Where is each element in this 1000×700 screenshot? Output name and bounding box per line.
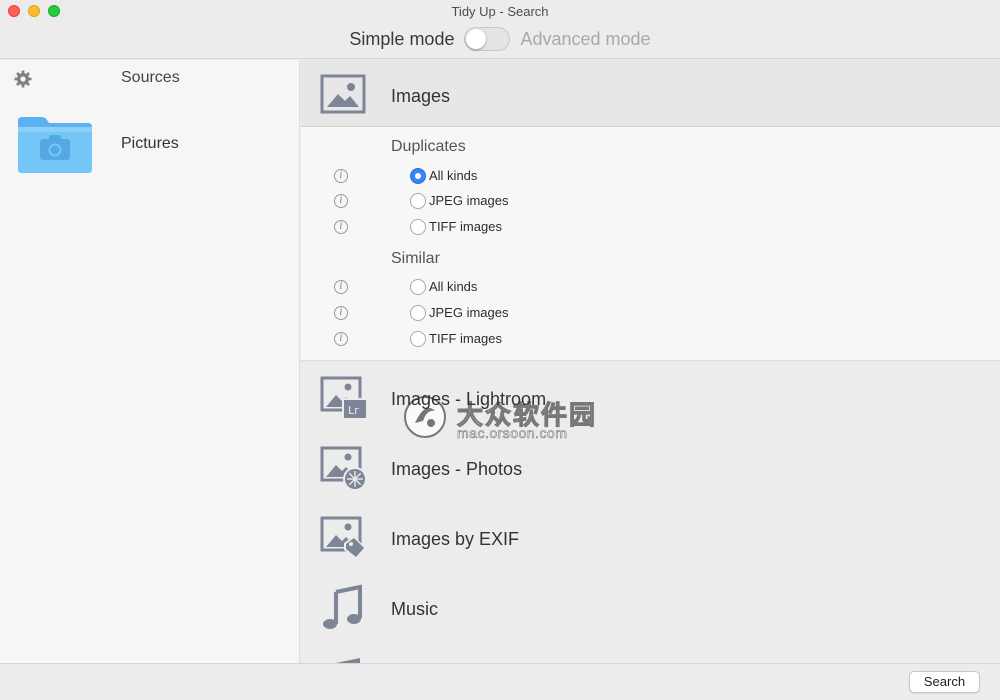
category-images-exif[interactable]: Images by EXIF xyxy=(301,502,1000,570)
similar-all-kinds-radio[interactable] xyxy=(410,279,426,295)
image-icon xyxy=(320,74,366,114)
similar-tiff-radio[interactable] xyxy=(410,331,426,347)
option-label[interactable]: JPEG images xyxy=(429,193,508,208)
option-row: i TIFF images xyxy=(301,330,1000,350)
bottom-bar: Search xyxy=(0,663,1000,700)
info-icon[interactable]: i xyxy=(334,332,348,346)
duplicates-jpeg-radio[interactable] xyxy=(410,193,426,209)
category-images-photos[interactable]: Images - Photos xyxy=(301,432,1000,500)
sources-header: Sources xyxy=(121,69,180,86)
option-label[interactable]: All kinds xyxy=(429,168,477,183)
info-icon[interactable]: i xyxy=(334,306,348,320)
music-note-icon xyxy=(323,584,362,629)
option-row: i JPEG images xyxy=(301,304,1000,324)
option-row: i All kinds xyxy=(301,278,1000,298)
image-photos-icon xyxy=(320,446,367,490)
svg-text:Lr: Lr xyxy=(348,404,359,417)
duplicates-tiff-radio[interactable] xyxy=(410,219,426,235)
similar-group-title: Similar xyxy=(391,250,440,267)
search-categories-panel: Images Duplicates i All kinds i JPEG ima… xyxy=(301,60,1000,663)
category-images-photos-label: Images - Photos xyxy=(391,459,523,479)
option-row: i JPEG images xyxy=(301,192,1000,212)
images-options-panel: Duplicates i All kinds i JPEG images i T… xyxy=(301,127,1000,441)
sources-sidebar: Sources Pictures xyxy=(0,60,300,663)
pictures-folder-icon[interactable] xyxy=(16,115,94,175)
category-images-label: Images xyxy=(391,86,451,106)
similar-jpeg-radio[interactable] xyxy=(410,305,426,321)
option-label[interactable]: TIFF images xyxy=(429,331,502,346)
duplicates-all-kinds-radio[interactable] xyxy=(410,168,426,184)
category-music[interactable]: Music xyxy=(301,572,1000,640)
simple-mode-label[interactable]: Simple mode xyxy=(349,29,454,50)
category-images-exif-label: Images by EXIF xyxy=(391,529,520,549)
category-images-lightroom[interactable]: Lr Images - Lightroom xyxy=(301,362,1000,430)
info-icon[interactable]: i xyxy=(334,169,348,183)
search-button[interactable]: Search xyxy=(909,671,980,693)
window-title: Tidy Up - Search xyxy=(451,4,549,19)
option-row: i TIFF images xyxy=(301,218,1000,238)
option-label[interactable]: JPEG images xyxy=(429,305,508,320)
mode-toggle[interactable] xyxy=(464,27,511,51)
category-images-lightroom-label: Images - Lightroom xyxy=(391,389,547,409)
image-exif-icon xyxy=(320,516,366,559)
option-row: i All kinds xyxy=(301,167,1000,187)
partial-category-icon xyxy=(336,658,360,663)
gear-icon[interactable] xyxy=(13,69,33,89)
info-icon[interactable]: i xyxy=(334,220,348,234)
duplicates-group-title: Duplicates xyxy=(391,138,466,155)
category-music-label: Music xyxy=(391,599,439,619)
info-icon[interactable]: i xyxy=(334,280,348,294)
title-bar: Tidy Up - Search Simple mode Advanced mo… xyxy=(0,0,1000,59)
mode-switch-row: Simple mode Advanced mode xyxy=(0,26,1000,52)
source-item-pictures[interactable]: Pictures xyxy=(121,135,179,153)
image-lightroom-icon: Lr xyxy=(320,376,367,419)
advanced-mode-label[interactable]: Advanced mode xyxy=(520,29,650,50)
toggle-knob xyxy=(466,29,487,49)
info-icon[interactable]: i xyxy=(334,194,348,208)
option-label[interactable]: TIFF images xyxy=(429,219,502,234)
option-label[interactable]: All kinds xyxy=(429,279,477,294)
category-images[interactable]: Images xyxy=(301,60,1000,127)
